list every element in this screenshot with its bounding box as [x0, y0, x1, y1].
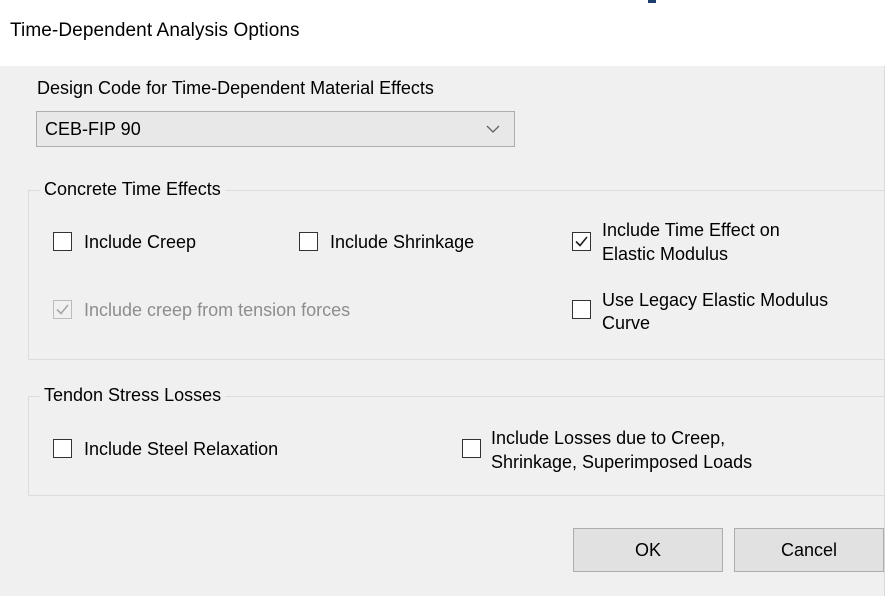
steel-relaxation-checkbox[interactable]: [53, 439, 72, 458]
cancel-button[interactable]: Cancel: [734, 528, 884, 572]
legacy-modulus-label-line2[interactable]: Curve: [602, 313, 650, 333]
losses-checkbox[interactable]: [462, 439, 481, 458]
losses-label-line1[interactable]: Include Losses due to Creep,: [491, 428, 725, 448]
concrete-time-effects-label: Concrete Time Effects: [40, 179, 225, 199]
checkmark-icon: [575, 236, 588, 247]
steel-relaxation-label[interactable]: Include Steel Relaxation: [84, 439, 278, 459]
ok-button[interactable]: OK: [573, 528, 723, 572]
legacy-modulus-checkbox[interactable]: [572, 300, 591, 319]
design-code-dropdown[interactable]: CEB-FIP 90: [36, 111, 515, 147]
losses-label-line2[interactable]: Shrinkage, Superimposed Loads: [491, 452, 752, 472]
include-creep-label[interactable]: Include Creep: [84, 232, 196, 252]
title-bar[interactable]: Time-Dependent Analysis Options: [0, 0, 885, 66]
legacy-modulus-label-line1[interactable]: Use Legacy Elastic Modulus: [602, 290, 828, 310]
window-title: Time-Dependent Analysis Options: [10, 20, 300, 41]
include-time-effect-label-line2[interactable]: Elastic Modulus: [602, 244, 728, 264]
checkmark-icon: [56, 304, 69, 315]
chevron-down-icon: [484, 120, 502, 138]
include-shrinkage-checkbox[interactable]: [299, 232, 318, 251]
design-code-value: CEB-FIP 90: [45, 119, 141, 139]
include-time-effect-checkbox[interactable]: [572, 232, 591, 251]
concrete-time-effects-group: [28, 190, 885, 360]
include-shrinkage-label[interactable]: Include Shrinkage: [330, 232, 474, 252]
tendon-stress-losses-label: Tendon Stress Losses: [40, 385, 226, 405]
dialog-window: Time-Dependent Analysis Options Design C…: [0, 0, 885, 596]
creep-tension-label: Include creep from tension forces: [84, 300, 351, 320]
design-code-label: Design Code for Time-Dependent Material …: [37, 78, 434, 98]
title-accent: [648, 0, 656, 3]
include-creep-checkbox[interactable]: [53, 232, 72, 251]
creep-tension-checkbox: [53, 300, 72, 319]
include-time-effect-label-line1[interactable]: Include Time Effect on: [602, 220, 780, 240]
